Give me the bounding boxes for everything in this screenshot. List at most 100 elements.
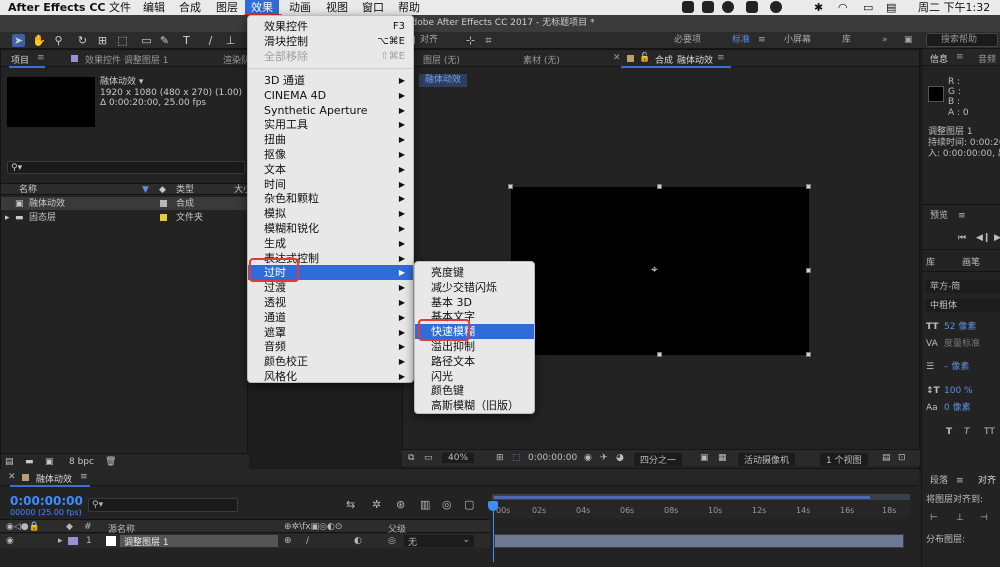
stroke-width-value[interactable]: – 像素 [944, 362, 969, 372]
first-frame-icon[interactable]: ⏮ [958, 233, 966, 243]
resolution-dropdown[interactable]: 四分之一 [634, 453, 683, 466]
menu-edit[interactable]: 编辑 [137, 0, 171, 15]
timeline-search-input[interactable]: ⚲▾ [88, 498, 238, 512]
tab-footage[interactable]: 素材 (无) [523, 53, 560, 66]
menu-item-channel[interactable]: 通道 ▶ [248, 310, 413, 325]
font-size-value[interactable]: 52 像素 [944, 322, 976, 332]
grid-icon[interactable]: ⊞ [496, 453, 504, 463]
prev-frame-icon[interactable]: ◀❙ [976, 233, 990, 243]
menu-window[interactable]: 窗口 [356, 0, 390, 15]
tab-info[interactable]: 信息 [930, 52, 948, 65]
menu-item-matte[interactable]: 遮罩 ▶ [248, 325, 413, 340]
graph-editor-icon[interactable]: ▢ [464, 498, 474, 511]
col-type[interactable]: 类型 [176, 185, 194, 195]
menu-item-utility[interactable]: 实用工具 ▶ [248, 117, 413, 132]
menu-item-effect-controls[interactable]: 效果控件 F3 [248, 19, 413, 34]
project-item-folder[interactable]: ▸ ▬ 固态层 文件夹 [1, 211, 249, 224]
submenu-item-lightning[interactable]: 闪光 [415, 369, 534, 384]
tab-render-queue[interactable]: 渲染队 [223, 53, 250, 66]
snap-option-icon[interactable]: ⊹ [464, 34, 477, 47]
parent-pick-whip-icon[interactable]: ◎ [388, 536, 396, 546]
menu-item-text[interactable]: 文本 ▶ [248, 162, 413, 177]
menu-animation[interactable]: 动画 [283, 0, 317, 15]
hand-tool-icon[interactable]: ✋ [32, 34, 46, 47]
project-search-input[interactable]: ⚲▾ [7, 161, 245, 174]
transform-handle[interactable] [657, 352, 662, 357]
layer-duration-bar[interactable] [494, 534, 904, 548]
project-item-comp[interactable]: ▣ 融体动效 合成 [1, 197, 249, 210]
menu-item-color-correction[interactable]: 颜色校正 ▶ [248, 354, 413, 369]
menu-item-blur-sharpen[interactable]: 模糊和锐化 ▶ [248, 221, 413, 236]
transparency-grid-icon[interactable]: ▦ [718, 453, 727, 463]
submenu-item-reduce-interlace-flicker[interactable]: 减少交错闪烁 [415, 280, 534, 295]
brush-tool-icon[interactable]: ∕ [204, 34, 217, 47]
current-time-indicator[interactable] [493, 502, 494, 562]
menu-item-audio[interactable]: 音频 ▶ [248, 339, 413, 354]
label-swatch[interactable] [160, 214, 167, 221]
tab-audio[interactable]: 音频 [978, 52, 996, 65]
submenu-item-luma-key[interactable]: 亮度键 [415, 265, 534, 280]
text-tool-icon[interactable]: T [180, 34, 193, 47]
vertical-scale-value[interactable]: 100 % [944, 386, 973, 396]
workspace-menu-icon[interactable]: ≡ [758, 34, 766, 47]
parent-dropdown[interactable]: 无 ⌄ [404, 535, 474, 548]
comp-name-label[interactable]: 融体动效 ▾ [100, 77, 143, 87]
transform-handle[interactable] [657, 184, 662, 189]
current-time-indicator-head[interactable] [488, 501, 498, 511]
work-area-bar[interactable] [494, 496, 870, 499]
zoom-tool-icon[interactable]: ⚲ [52, 34, 65, 47]
faux-italic-icon[interactable]: T [964, 427, 970, 437]
align-center-icon[interactable]: ⊥ [956, 513, 964, 523]
shy-switch-icon[interactable]: ⊕ [284, 536, 292, 546]
panel-menu-icon[interactable]: ≡ [956, 52, 964, 62]
quality-switch-icon[interactable]: ∕ [306, 536, 309, 546]
viewer-option-icon-2[interactable]: ⊡ [898, 453, 906, 463]
search-help-input[interactable]: 搜索帮助 [926, 33, 998, 47]
flag-icon[interactable]: ▤ [880, 0, 902, 15]
wifi-icon[interactable]: ◠ [832, 0, 854, 15]
battery-icon[interactable]: ▭ [857, 0, 879, 15]
panel-menu-icon[interactable]: ≡ [958, 211, 966, 221]
play-icon[interactable]: ▶ [994, 233, 1000, 243]
clone-stamp-tool-icon[interactable]: ⊥ [224, 34, 237, 47]
tab-paragraph[interactable]: 段落 [930, 476, 948, 486]
menu-item-generate[interactable]: 生成 ▶ [248, 236, 413, 251]
comp-breadcrumb[interactable]: 融体动效 [419, 74, 468, 87]
tab-preview[interactable]: 预览 [930, 211, 948, 221]
align-left-icon[interactable]: ⊢ [930, 513, 938, 523]
transform-handle[interactable] [806, 268, 811, 273]
all-caps-icon[interactable]: TT [984, 427, 995, 437]
creative-cloud-icon[interactable] [770, 1, 782, 13]
col-name[interactable]: 名称 [19, 185, 37, 195]
menu-item-3d-channel[interactable]: 3D 通道 ▶ [248, 73, 413, 88]
views-dropdown[interactable]: 1 个视图 [820, 453, 868, 466]
close-tab-icon[interactable]: ✕ [613, 53, 621, 63]
comp-mini-flowchart-icon[interactable]: ⇆ [346, 498, 355, 511]
close-tab-icon[interactable]: ✕ [8, 472, 16, 482]
sort-icon[interactable]: ▼ [142, 185, 149, 195]
tab-project[interactable]: 项目 [11, 53, 29, 66]
camera-dropdown[interactable]: 活动摄像机 [738, 453, 796, 466]
menu-item-remove-all[interactable]: 全部移除 ⇧⌘E [248, 49, 413, 64]
baseline-shift-value[interactable]: 0 像素 [944, 403, 971, 413]
submenu-item-path-text[interactable]: 路径文本 [415, 354, 534, 369]
lock-icon[interactable]: 🔓 [639, 53, 650, 63]
panel-menu-icon[interactable]: ▣ [904, 34, 913, 47]
panel-menu-icon[interactable]: ≡ [80, 472, 88, 482]
kerning-value[interactable]: 度量标准 [944, 339, 980, 349]
submenu-item-basic-3d[interactable]: 基本 3D [415, 295, 534, 310]
workspace-small-screen[interactable]: 小屏幕 [784, 34, 811, 47]
interpret-footage-icon[interactable]: ▤ [5, 457, 14, 467]
faux-bold-icon[interactable]: T [946, 427, 952, 437]
app-menu[interactable]: After Effects CC [2, 0, 111, 15]
submenu-item-gaussian-blur-legacy[interactable]: 高斯模糊（旧版） [415, 398, 534, 413]
menu-item-cinema-4d[interactable]: CINEMA 4D ▶ [248, 88, 413, 103]
color-channels-icon[interactable]: ◕ [616, 453, 624, 463]
show-snapshot-icon[interactable]: ✈ [600, 453, 608, 463]
tab-effect-controls[interactable]: 效果控件 调整图层 1 [85, 53, 168, 66]
av-features-icons[interactable]: ◉◁●🔒 [6, 522, 40, 532]
timeline-comp-tab[interactable]: 融体动效 [36, 472, 72, 485]
new-folder-icon[interactable]: ▬ [25, 457, 34, 467]
menu-item-noise-grain[interactable]: 杂色和颗粒 ▶ [248, 191, 413, 206]
font-family-dropdown[interactable]: 苹方-简 [926, 280, 1000, 293]
